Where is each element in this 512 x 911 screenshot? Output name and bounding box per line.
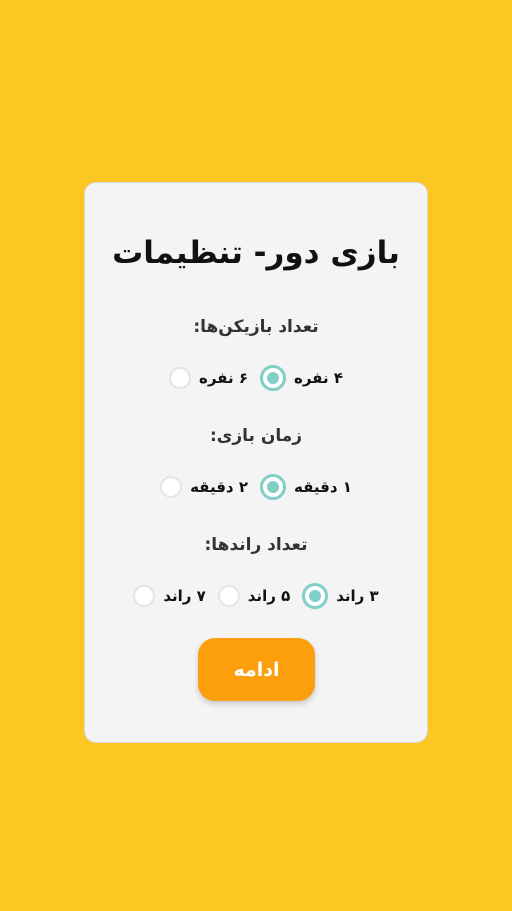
time-option-1-label: ۱ دقیقه <box>294 478 352 496</box>
players-label: تعداد بازیکن‌ها: <box>193 317 319 337</box>
rounds-option-5-label: ۵ راند <box>247 587 291 605</box>
radio-checked-icon[interactable] <box>260 365 286 391</box>
rounds-option-7[interactable]: ۷ راند <box>133 585 206 607</box>
players-option-6-label: ۶ نفره <box>199 369 248 387</box>
page-title: بازی دور- تنظیمات <box>112 235 400 271</box>
time-option-2-label: ۲ دقیقه <box>190 478 248 496</box>
players-option-4-label: ۴ نفره <box>294 369 343 387</box>
radio-unchecked-icon[interactable] <box>217 585 240 607</box>
radio-unchecked-icon[interactable] <box>169 367 191 389</box>
time-options: ۱ دقیقه ۲ دقیقه <box>85 473 427 501</box>
rounds-option-3[interactable]: ۳ راند <box>302 583 379 609</box>
time-option-1[interactable]: ۱ دقیقه <box>260 474 352 500</box>
rounds-option-5[interactable]: ۵ راند <box>217 585 291 607</box>
time-option-2[interactable]: ۲ دقیقه <box>160 476 248 498</box>
players-option-4[interactable]: ۴ نفره <box>260 365 343 391</box>
rounds-label: تعداد راندها: <box>204 535 308 555</box>
radio-unchecked-icon[interactable] <box>133 585 156 607</box>
continue-button[interactable]: ادامه <box>198 638 315 701</box>
time-label: زمان بازی: <box>209 426 303 446</box>
radio-checked-icon[interactable] <box>302 583 329 609</box>
rounds-option-7-label: ۷ راند <box>163 587 206 605</box>
radio-unchecked-icon[interactable] <box>160 476 183 498</box>
rounds-option-3-label: ۳ راند <box>336 587 379 605</box>
players-option-6[interactable]: ۶ نفره <box>169 367 248 389</box>
rounds-options: ۳ راند ۵ راند ۷ راند <box>85 582 427 610</box>
players-options: ۴ نفره ۶ نفره <box>85 364 427 392</box>
settings-card: بازی دور- تنظیمات تعداد بازیکن‌ها: ۴ نفر… <box>84 182 428 743</box>
radio-checked-icon[interactable] <box>260 474 286 500</box>
